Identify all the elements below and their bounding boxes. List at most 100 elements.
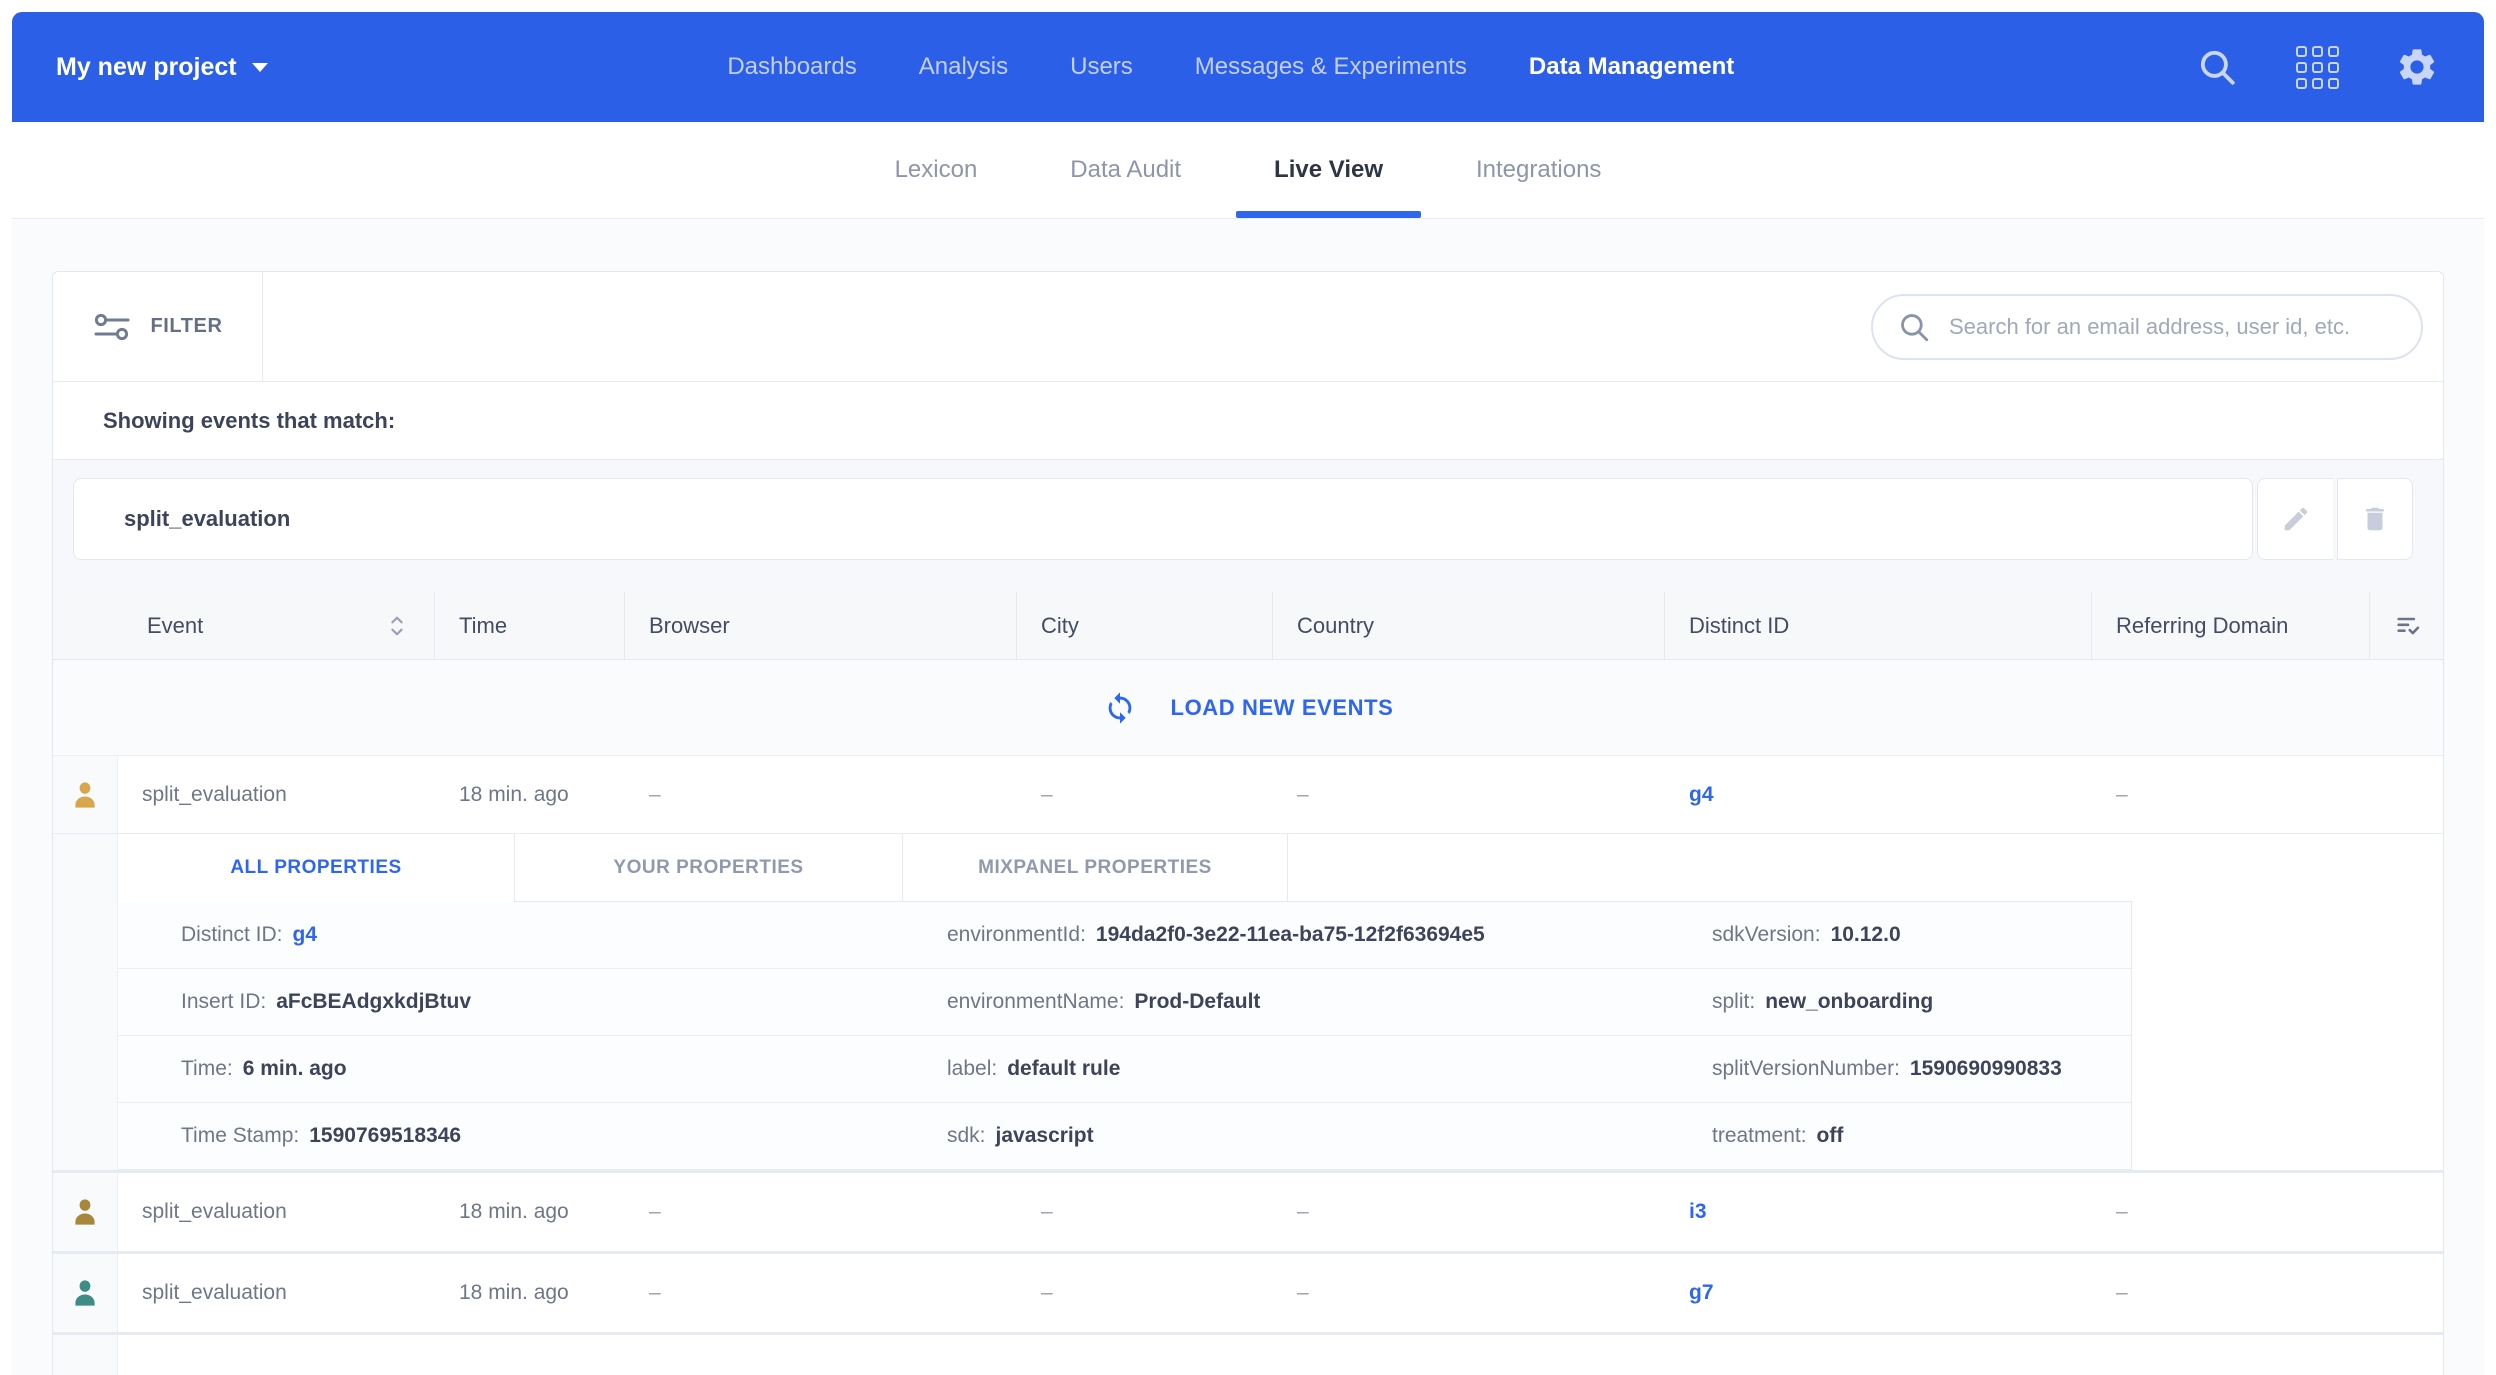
tab-your-properties[interactable]: YOUR PROPERTIES xyxy=(515,834,903,902)
column-header-country[interactable]: Country xyxy=(1273,592,1665,659)
nav-item-analysis[interactable]: Analysis xyxy=(919,53,1008,81)
search-input[interactable] xyxy=(1949,314,2397,340)
tab-integrations[interactable]: Integrations xyxy=(1472,122,1605,218)
person-icon xyxy=(67,777,103,813)
event-country-cell: – xyxy=(1273,1173,1665,1251)
distinct-id-link[interactable]: g7 xyxy=(1689,1281,1714,1305)
refresh-icon xyxy=(1103,691,1137,725)
properties-main: ALL PROPERTIES YOUR PROPERTIES MIXPANEL … xyxy=(118,834,2443,1170)
column-header-event[interactable]: Event xyxy=(53,592,435,659)
person-icon xyxy=(67,1194,103,1230)
property-value: off xyxy=(1817,1124,1844,1148)
event-browser-cell: – xyxy=(625,1173,1017,1251)
distinct-id-link[interactable]: g4 xyxy=(1689,783,1714,807)
page-content: FILTER Showing events that match: split_… xyxy=(12,219,2484,1375)
trash-icon xyxy=(2360,504,2390,534)
person-icon xyxy=(67,1275,103,1311)
event-row[interactable]: split_evaluation 18 min. ago – – – g4 – xyxy=(53,756,2443,834)
property-value: default rule xyxy=(1007,1057,1120,1081)
pencil-icon xyxy=(2281,504,2311,534)
distinct-id-link[interactable]: i3 xyxy=(1689,1200,1707,1224)
nav-icons xyxy=(2194,44,2440,90)
event-time-cell: 18 min. ago xyxy=(435,1254,625,1332)
events-table-header: Event Time Browser City Country Distinct… xyxy=(53,592,2443,660)
gear-icon[interactable] xyxy=(2394,44,2440,90)
nav-menu: Dashboards Analysis Users Messages & Exp… xyxy=(727,53,1734,81)
column-header-referring-domain[interactable]: Referring Domain xyxy=(2092,592,2370,659)
event-city-cell: – xyxy=(1017,756,1273,833)
search-box xyxy=(1871,294,2423,360)
load-new-events-button[interactable]: LOAD NEW EVENTS xyxy=(53,660,2443,756)
filter-button-label: FILTER xyxy=(150,315,222,338)
tab-all-properties[interactable]: ALL PROPERTIES xyxy=(118,834,515,902)
property-value: aFcBEAdgxkdjBtuv xyxy=(276,990,471,1014)
event-browser-cell: – xyxy=(625,1254,1017,1332)
nav-item-data-management[interactable]: Data Management xyxy=(1529,53,1734,81)
apps-grid-icon[interactable] xyxy=(2294,44,2340,90)
properties-table: Distinct ID:g4 environmentId:194da2f0-3e… xyxy=(118,902,2132,1170)
property-key: split: xyxy=(1712,990,1755,1014)
event-country-cell: – xyxy=(1273,756,1665,833)
column-header-browser[interactable]: Browser xyxy=(625,592,1017,659)
event-time-cell: 18 min. ago xyxy=(435,1173,625,1251)
property-key: splitVersionNumber: xyxy=(1712,1057,1900,1081)
column-settings-icon xyxy=(2394,612,2422,640)
event-name-cell: split_evaluation xyxy=(118,1254,435,1332)
property-key: Time Stamp: xyxy=(181,1124,299,1148)
property-row: Time Stamp:1590769518346 sdk:javascript … xyxy=(118,1103,2131,1170)
event-filter-chip[interactable]: split_evaluation xyxy=(73,478,2253,560)
project-switcher[interactable]: My new project xyxy=(56,53,268,82)
edit-columns-button[interactable] xyxy=(2370,592,2444,659)
tab-mixpanel-properties[interactable]: MIXPANEL PROPERTIES xyxy=(903,834,1288,902)
event-country-cell: – xyxy=(1273,1254,1665,1332)
event-distinct-id-cell: g4 xyxy=(1665,756,2092,833)
column-header-city[interactable]: City xyxy=(1017,592,1273,659)
event-browser-cell: – xyxy=(625,756,1017,833)
event-distinct-id-cell: g7 xyxy=(1665,1254,2092,1332)
event-avatar-cell xyxy=(53,1173,118,1251)
property-key: label: xyxy=(947,1057,997,1081)
property-value: 10.12.0 xyxy=(1831,923,1901,947)
event-referring-domain-cell: – xyxy=(2092,756,2370,833)
project-name: My new project xyxy=(56,53,237,82)
tab-live-view[interactable]: Live View xyxy=(1270,122,1387,218)
property-value: javascript xyxy=(996,1124,1094,1148)
event-row[interactable]: split_evaluation 18 min. ago – – – i3 – xyxy=(53,1173,2443,1251)
property-row: Distinct ID:g4 environmentId:194da2f0-3e… xyxy=(118,902,2131,969)
properties-tabs: ALL PROPERTIES YOUR PROPERTIES MIXPANEL … xyxy=(118,834,2443,902)
event-city-cell: – xyxy=(1017,1254,1273,1332)
event-avatar-cell xyxy=(53,756,118,833)
properties-gutter xyxy=(53,834,118,1170)
top-nav: My new project Dashboards Analysis Users… xyxy=(12,12,2484,122)
edit-filter-button[interactable] xyxy=(2257,478,2333,560)
event-filter-section: split_evaluation xyxy=(53,460,2443,592)
nav-item-dashboards[interactable]: Dashboards xyxy=(727,53,856,81)
property-key: sdk: xyxy=(947,1124,986,1148)
filter-button[interactable]: FILTER xyxy=(53,272,263,381)
search-icon[interactable] xyxy=(2194,44,2240,90)
nav-item-users[interactable]: Users xyxy=(1070,53,1133,81)
event-properties-panel: ALL PROPERTIES YOUR PROPERTIES MIXPANEL … xyxy=(53,834,2443,1170)
properties-tabs-filler xyxy=(1288,834,2132,902)
column-header-distinct-id[interactable]: Distinct ID xyxy=(1665,592,2092,659)
event-name-cell: split_evaluation xyxy=(118,1173,435,1251)
property-key: sdkVersion: xyxy=(1712,923,1821,947)
property-key: treatment: xyxy=(1712,1124,1807,1148)
property-row: Time:6 min. ago label:default rule split… xyxy=(118,1036,2131,1103)
delete-filter-button[interactable] xyxy=(2337,478,2413,560)
property-value: 194da2f0-3e22-11ea-ba75-12f2f63694e5 xyxy=(1096,923,1485,947)
event-name-cell: split_evaluation xyxy=(118,756,435,833)
property-key: environmentName: xyxy=(947,990,1124,1014)
tab-lexicon[interactable]: Lexicon xyxy=(891,122,982,218)
property-key: Distinct ID: xyxy=(181,923,283,947)
column-header-time[interactable]: Time xyxy=(435,592,625,659)
property-value: 6 min. ago xyxy=(243,1057,347,1081)
tab-data-audit[interactable]: Data Audit xyxy=(1066,122,1185,218)
property-value-link[interactable]: g4 xyxy=(293,923,318,947)
property-value: Prod-Default xyxy=(1134,990,1260,1014)
load-new-events-label: LOAD NEW EVENTS xyxy=(1171,695,1394,721)
nav-item-messages-experiments[interactable]: Messages & Experiments xyxy=(1195,53,1467,81)
event-row[interactable]: split_evaluation 18 min. ago – – – g7 – xyxy=(53,1254,2443,1332)
event-referring-domain-cell: – xyxy=(2092,1173,2370,1251)
chevron-down-icon xyxy=(252,63,268,72)
